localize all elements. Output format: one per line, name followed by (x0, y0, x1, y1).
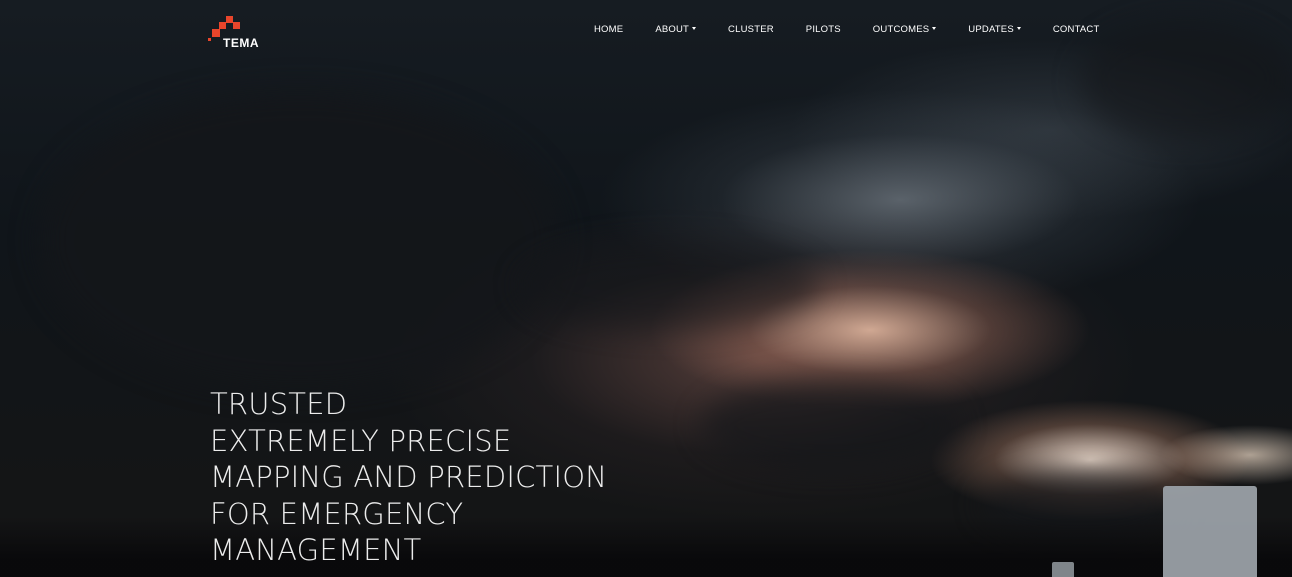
nav-label: CLUSTER (728, 24, 774, 35)
nav-outcomes[interactable]: OUTCOMES (873, 24, 937, 35)
page: TEMA HOME ABOUT CLUSTER PILOTS OUTCOMES … (0, 0, 1292, 577)
caret-down-icon (692, 27, 697, 30)
logo-text: TEMA (223, 36, 259, 50)
floating-widget-panel[interactable] (1163, 486, 1257, 577)
top-navbar: TEMA HOME ABOUT CLUSTER PILOTS OUTCOMES … (0, 0, 1292, 60)
nav-label: HOME (594, 24, 624, 35)
caret-down-icon (932, 27, 937, 30)
nav-pilots[interactable]: PILOTS (806, 24, 841, 35)
logo-square (226, 16, 233, 23)
nav-cluster[interactable]: CLUSTER (728, 24, 774, 35)
logo-square (208, 38, 211, 41)
hero-line: MANAGEMENT (210, 533, 422, 567)
nav-home[interactable]: HOME (594, 24, 623, 35)
cloud-shape (700, 380, 960, 470)
nav-contact[interactable]: CONTACT (1053, 24, 1100, 35)
nav-label: OUTCOMES (872, 24, 930, 35)
hero-line: MAPPING AND PREDICTION (210, 460, 608, 494)
floating-widget-small[interactable] (1052, 562, 1074, 577)
logo-square (233, 22, 240, 29)
nav-label: CONTACT (1052, 24, 1100, 35)
caret-down-icon (1016, 27, 1021, 30)
hero-headline: TRUSTED EXTREMELY PRECISE MAPPING AND PR… (210, 386, 607, 569)
nav-label: ABOUT (655, 24, 690, 35)
logo-square (212, 29, 220, 37)
nav-about[interactable]: ABOUT (655, 24, 697, 35)
nav-label: PILOTS (805, 24, 841, 35)
nav-label: UPDATES (968, 24, 1014, 35)
cloud-shape (520, 240, 820, 330)
nav-updates[interactable]: UPDATES (968, 24, 1021, 35)
cloud-shape (40, 90, 560, 390)
hero-line: FOR EMERGENCY (210, 496, 464, 531)
logo-square (219, 22, 226, 29)
hero-line: EXTREMELY PRECISE (210, 423, 512, 458)
main-nav: HOME ABOUT CLUSTER PILOTS OUTCOMES UPDAT… (594, 24, 1131, 35)
hero-line: TRUSTED (210, 387, 348, 421)
horizon-silhouette (0, 517, 1292, 577)
site-logo[interactable]: TEMA (207, 16, 277, 52)
